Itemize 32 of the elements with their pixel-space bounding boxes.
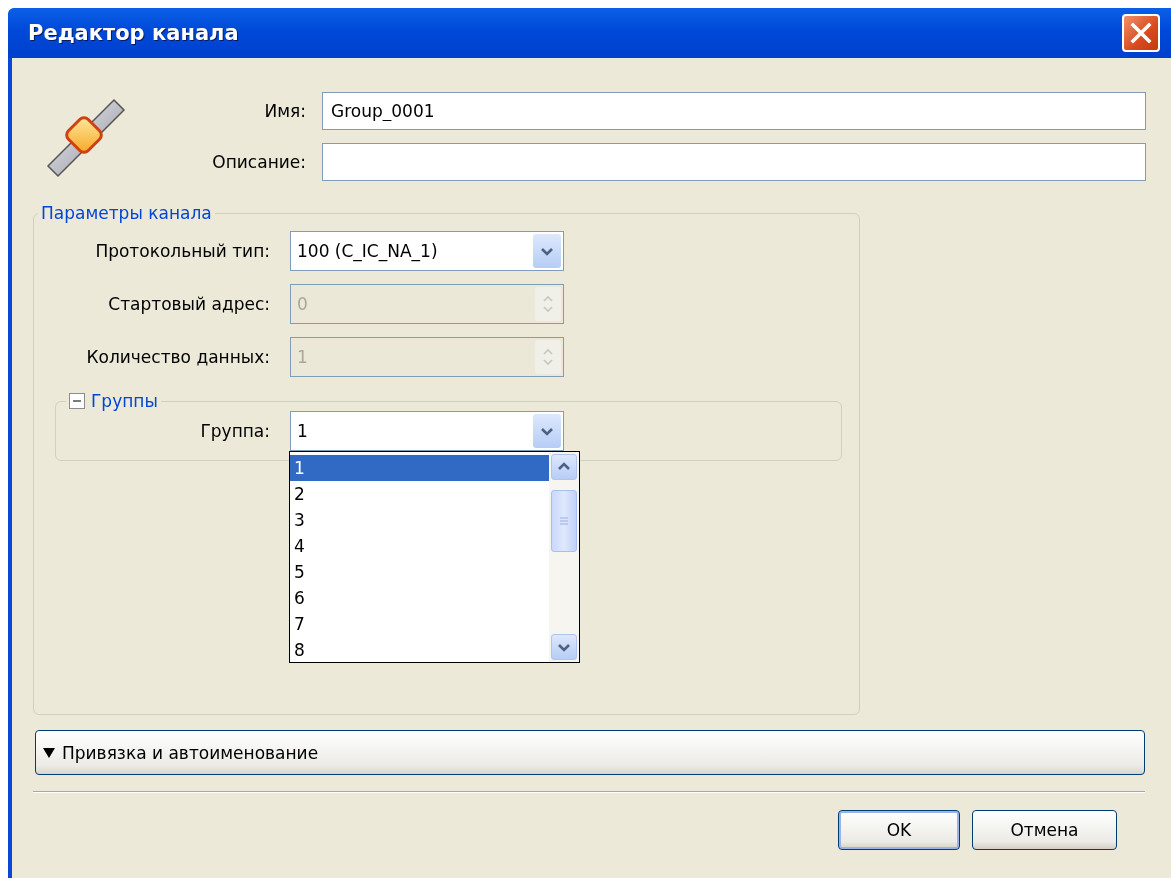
field-label: Количество данных: [85, 347, 271, 367]
triangle-icon [42, 746, 56, 759]
close-button[interactable] [1122, 14, 1160, 52]
field-label: Протокольный тип: [94, 241, 271, 261]
list-item[interactable]: 1 [290, 455, 549, 481]
list-item[interactable]: 5 [290, 559, 549, 585]
window-title: Редактор канала [27, 21, 239, 45]
field-label: Группа: [199, 421, 271, 441]
list-item[interactable]: 3 [290, 507, 549, 533]
collapse-icon[interactable] [69, 393, 85, 409]
scroll-down-button[interactable] [551, 634, 577, 660]
list-item[interactable]: 4 [290, 533, 549, 559]
scrollbar[interactable] [549, 452, 579, 662]
field-label: Описание: [211, 152, 306, 172]
grip-icon [559, 516, 569, 526]
group-title: Группы [91, 391, 158, 411]
ok-button[interactable]: OK [838, 810, 960, 850]
list-item[interactable]: 6 [290, 585, 549, 611]
close-icon [1130, 22, 1152, 44]
list-item[interactable]: 2 [290, 481, 549, 507]
expander-button[interactable]: Привязка и автоименование [35, 730, 1145, 775]
dropdown[interactable]: 100 (C_IC_NA_1) [290, 231, 564, 271]
list-item[interactable]: 7 [290, 611, 549, 637]
scroll-up-button[interactable] [551, 454, 577, 480]
scroll-thumb[interactable] [551, 490, 577, 552]
field-label: Стартовый адрес: [107, 294, 271, 314]
description-field[interactable] [322, 143, 1146, 181]
list-item[interactable]: 8 [290, 637, 549, 663]
name-field[interactable]: Group_0001 [322, 92, 1146, 130]
cancel-button[interactable]: Отмена [972, 810, 1117, 850]
field-label: Имя: [263, 101, 306, 121]
group-title: Параметры канала [40, 203, 213, 223]
